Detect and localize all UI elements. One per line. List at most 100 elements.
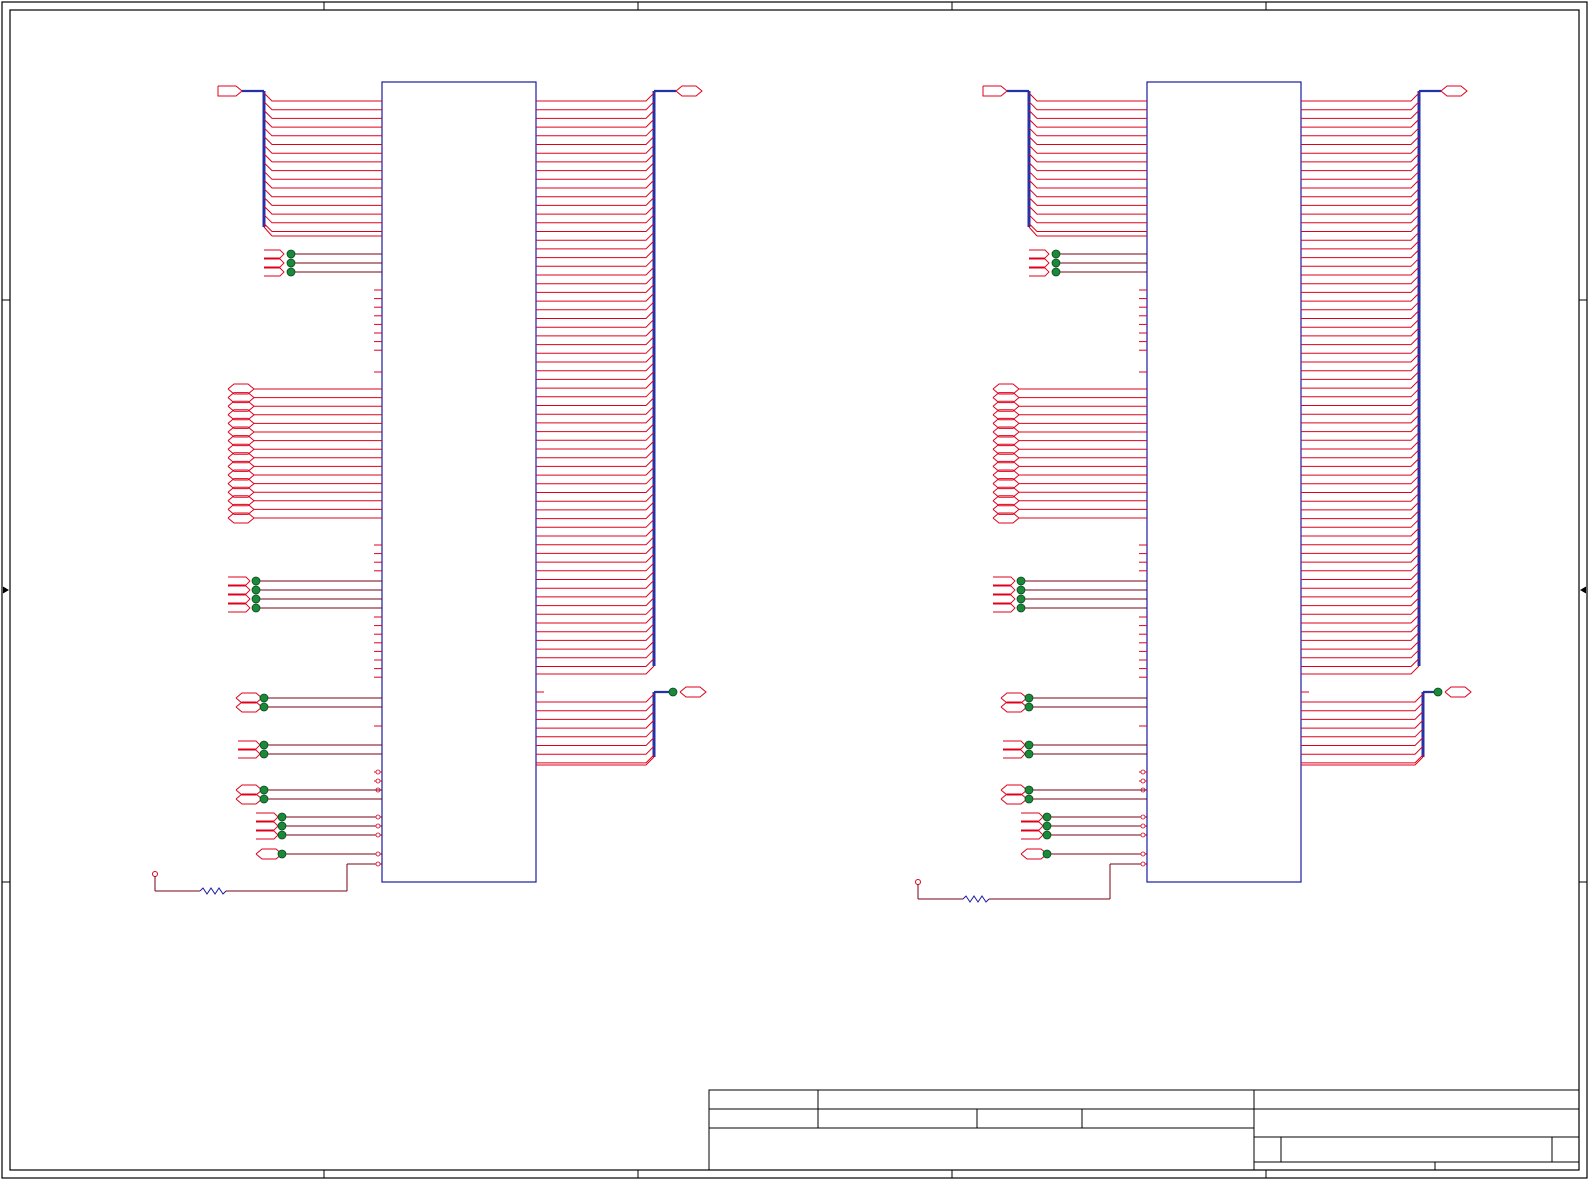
bus-pin-wire xyxy=(1301,754,1424,764)
junction-dot xyxy=(286,267,296,277)
bus-pin-wire xyxy=(536,170,655,180)
bus-pin-wire xyxy=(536,571,655,580)
power-flag xyxy=(264,249,285,259)
junction-dot xyxy=(1016,594,1026,604)
bus-pin-wire xyxy=(1028,153,1147,163)
bus-pin-wire xyxy=(1301,649,1420,659)
bus-pin-wire xyxy=(536,379,655,389)
power-flag xyxy=(1003,749,1026,759)
power-flag xyxy=(993,576,1016,586)
off-page-connector xyxy=(1440,85,1468,97)
bus-pin-wire xyxy=(536,658,655,667)
bus-pin-wire xyxy=(1301,170,1420,180)
junction-dot xyxy=(1016,576,1026,586)
junction-dot xyxy=(277,821,287,831)
bus-pin-wire xyxy=(536,423,655,433)
bus-pin-wire xyxy=(1301,501,1420,511)
ic-chip-body xyxy=(1146,81,1302,883)
junction-dot xyxy=(251,603,261,613)
bus-pin-wire xyxy=(1301,475,1420,485)
bus-pin-wire xyxy=(263,144,382,154)
bus-pin-wire xyxy=(1301,144,1420,154)
bus-pin-wire xyxy=(536,110,655,119)
power-flag xyxy=(1029,258,1050,268)
junction-dot xyxy=(251,576,261,586)
bus-pin-wire xyxy=(536,562,655,572)
junction-dot xyxy=(277,830,287,840)
bus-pin-wire xyxy=(1301,405,1420,415)
bus-pin-wire xyxy=(1028,92,1147,102)
bus-pin-wire xyxy=(1028,170,1147,180)
junction-dot xyxy=(259,785,269,795)
bus-pin-wire xyxy=(1301,640,1420,650)
junction-dot xyxy=(1024,693,1034,703)
inversion-bubble xyxy=(375,851,381,857)
inversion-bubble xyxy=(375,814,381,820)
bus-pin-wire xyxy=(536,693,655,703)
bus-pin-wire xyxy=(263,197,382,206)
bus-pin-wire xyxy=(1301,214,1420,224)
junction-dot xyxy=(1042,849,1052,859)
bus-pin-wire xyxy=(1028,110,1147,119)
bus-pin-wire xyxy=(1301,388,1420,398)
bus-pin-wire xyxy=(1028,136,1147,145)
bus-pin-wire xyxy=(536,623,655,633)
bus-pin-wire xyxy=(536,756,655,766)
bus-pin-wire xyxy=(263,153,382,163)
bus-pin-wire xyxy=(536,101,655,111)
off-page-connector xyxy=(982,85,1008,97)
junction-dot xyxy=(1016,603,1026,613)
junction-dot xyxy=(1042,821,1052,831)
bus-pin-wire xyxy=(1301,597,1420,607)
junction-dot xyxy=(1024,749,1034,759)
bus-pin-wire xyxy=(1301,518,1420,528)
junction-dot xyxy=(1024,794,1034,804)
bus-pin-wire xyxy=(536,231,655,241)
power-flag xyxy=(264,267,285,277)
bus-pin-wire xyxy=(1028,223,1147,232)
bus-pin-wire xyxy=(1301,266,1420,276)
bus-pin-wire xyxy=(536,579,655,589)
power-flag xyxy=(256,812,279,822)
bus-pin-wire xyxy=(536,188,655,198)
title-block xyxy=(708,1089,1580,1171)
bus-pin-wire xyxy=(536,440,655,450)
bus-pin-wire xyxy=(536,501,655,511)
bus-pin-wire xyxy=(1301,197,1420,206)
junction-dot xyxy=(259,740,269,750)
inversion-bubble xyxy=(375,832,381,838)
bus-pin-wire xyxy=(536,397,655,406)
junction-dot xyxy=(1016,585,1026,595)
bus-pin-wire xyxy=(1301,614,1420,624)
off-page-connector xyxy=(1444,686,1472,698)
bus-pin-wire xyxy=(1301,162,1420,172)
bus-pin-wire xyxy=(1301,728,1424,738)
junction-dot xyxy=(286,258,296,268)
power-flag xyxy=(256,821,279,831)
off-page-connector xyxy=(679,686,707,698)
junction-dot xyxy=(1051,267,1061,277)
power-flag xyxy=(1021,812,1044,822)
bus-pin-wire xyxy=(1301,292,1420,302)
bus-pin-wire xyxy=(1301,275,1420,285)
junction-dot xyxy=(1024,702,1034,712)
bus-pin-wire xyxy=(536,266,655,276)
bus-pin-wire xyxy=(263,188,382,198)
bus-pin-wire xyxy=(1301,745,1424,755)
bus-pin-wire xyxy=(1301,362,1420,372)
schematic-block-left xyxy=(152,81,707,895)
bus-pin-wire xyxy=(1301,257,1420,267)
bus-pin-wire xyxy=(1301,240,1420,250)
bus-pin-wire xyxy=(1028,162,1147,172)
bus-pin-wire xyxy=(1301,188,1420,198)
bus-pin-wire xyxy=(1301,440,1420,450)
bus-pin-wire xyxy=(536,344,655,354)
bus-pin-wire xyxy=(1301,605,1420,615)
power-flag xyxy=(228,603,251,613)
bus-pin-wire xyxy=(1301,431,1420,441)
bus-pin-wire xyxy=(536,275,655,285)
bus-pin-wire xyxy=(536,353,655,363)
bus-pin-wire xyxy=(1301,327,1420,337)
bus-pin-wire xyxy=(536,371,655,380)
bus-pin-wire xyxy=(536,388,655,398)
